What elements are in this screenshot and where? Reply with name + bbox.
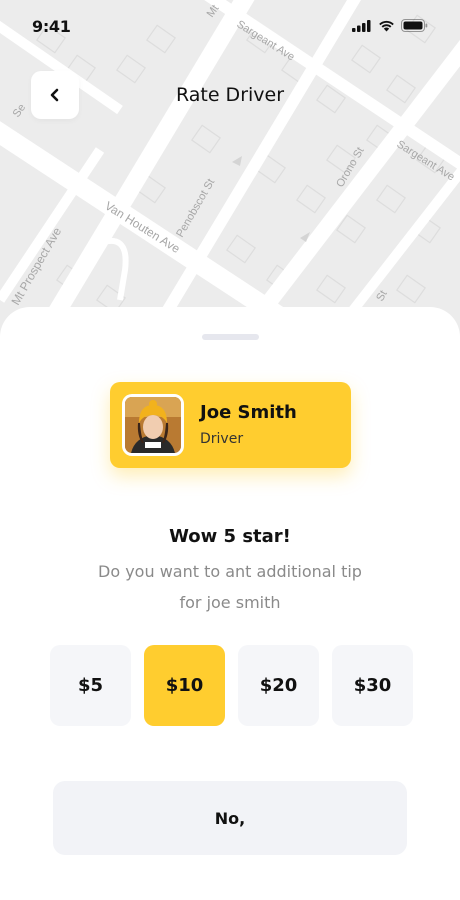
no-tip-button[interactable]: No, xyxy=(53,781,407,855)
rating-title: Wow 5 star! xyxy=(169,526,291,547)
status-time: 9:41 xyxy=(32,17,71,36)
driver-photo xyxy=(125,397,181,453)
street-label-9: St xyxy=(374,288,390,303)
tip-option-10[interactable]: $10 xyxy=(144,645,225,726)
cellular-signal-icon xyxy=(352,19,371,32)
tip-option-20[interactable]: $20 xyxy=(238,645,319,726)
rating-bottom-sheet: Joe Smith Driver Wow 5 star! Do you want… xyxy=(0,307,460,900)
driver-card: Joe Smith Driver xyxy=(110,382,351,468)
rating-subtitle-line-1: Do you want to ant additional tip xyxy=(98,562,362,581)
page-title: Rate Driver xyxy=(175,84,285,106)
tip-options: $5 $10 $20 $30 xyxy=(50,645,413,726)
wifi-icon xyxy=(379,20,394,31)
rating-subtitle-line-2: for joe smith xyxy=(179,593,281,612)
tip-option-30[interactable]: $30 xyxy=(332,645,413,726)
rating-subtitle: Do you want to ant additional tip for jo… xyxy=(80,556,380,618)
sheet-drag-handle[interactable] xyxy=(202,334,259,340)
driver-avatar xyxy=(122,394,184,456)
status-bar: 9:41 xyxy=(0,0,460,52)
tip-option-5[interactable]: $5 xyxy=(50,645,131,726)
driver-name: Joe Smith xyxy=(200,402,297,423)
battery-icon xyxy=(401,19,428,32)
driver-role: Driver xyxy=(200,431,244,447)
status-icons xyxy=(352,19,428,32)
